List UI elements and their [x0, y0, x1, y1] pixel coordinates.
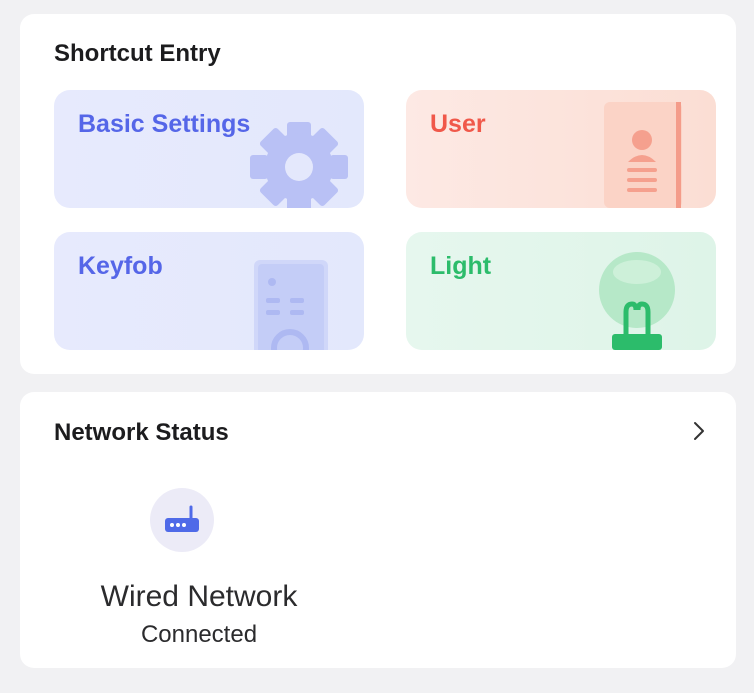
- network-status-title: Network Status: [54, 419, 229, 446]
- light-label: Light: [430, 252, 492, 280]
- light-bulb-icon: [599, 252, 675, 350]
- wired-network-icon-circle: [150, 488, 214, 552]
- keyfob-label: Keyfob: [78, 252, 163, 280]
- router-icon: [165, 505, 199, 532]
- shortcut-entry-title: Shortcut Entry: [54, 40, 221, 67]
- wired-network-name: Wired Network: [100, 580, 298, 613]
- basic-settings-label: Basic Settings: [78, 110, 251, 138]
- chevron-right-icon[interactable]: [688, 418, 710, 444]
- gear-icon: [250, 122, 348, 208]
- keyfob-tile[interactable]: Keyfob: [54, 232, 364, 350]
- shortcut-entry-card: Shortcut Entry Basic Settings User Keyfo…: [20, 14, 736, 374]
- user-tile[interactable]: User: [406, 90, 716, 208]
- keyfob-icon: [254, 260, 328, 350]
- basic-settings-tile[interactable]: Basic Settings: [54, 90, 364, 208]
- light-tile[interactable]: Light: [406, 232, 716, 350]
- user-label: User: [430, 110, 486, 138]
- user-card-icon: [604, 102, 682, 208]
- network-status-card: Network Status Wired Network Connected: [20, 392, 736, 668]
- wired-network-status: Connected: [140, 621, 258, 648]
